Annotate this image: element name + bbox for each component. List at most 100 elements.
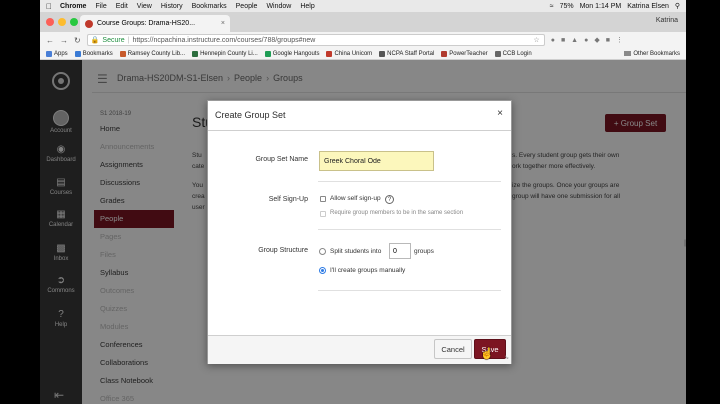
menu-people[interactable]: People [236,3,258,10]
bookmark-label: Google Hangouts [272,50,320,57]
apple-icon[interactable]:  [46,2,52,11]
close-icon[interactable]: × [497,108,503,119]
bookmark-item[interactable]: CCB Login [494,50,532,57]
secure-label: Secure [102,36,125,44]
bookmark-label: CCB Login [502,50,532,57]
url-divider: | [127,36,130,44]
mac-menu-bar:  Chrome File Edit View History Bookmark… [40,0,686,12]
lock-icon: 🔒 [90,37,100,44]
address-bar[interactable]: 🔒 Secure | https://ncpachina.instructure… [86,34,545,46]
search-icon[interactable]: ⚲ [675,2,680,10]
require-section-label: Require group members to be in the same … [330,210,464,216]
user-name[interactable]: Katrina Elsen [627,3,669,10]
bookmarks-bar: Apps Bookmarks Ramsey County Lib... Henn… [40,48,686,60]
divider [318,290,501,291]
canvas-favicon-icon [85,19,93,28]
extension-icon[interactable]: ● [551,37,555,44]
apps-icon [46,50,52,57]
browser-frame:  Chrome File Edit View History Bookmark… [40,0,686,404]
bookmark-item[interactable]: Bookmarks [74,50,113,57]
status-area: ≈ 75% Mon 1:14 PM Katrina Elsen ⚲ [550,2,686,11]
powerteacher-icon [441,50,448,57]
canvas-page: Account ◉ Dashboard ▤ Courses ▦ Calendar… [40,60,686,404]
help-icon[interactable]: ? [385,195,394,204]
back-icon[interactable]: ← [46,36,54,45]
screen:  Chrome File Edit View History Bookmark… [0,0,720,404]
folder-icon [624,51,632,56]
other-bookmarks-label: Other Bookmarks [633,50,680,57]
dialog-title: Create Group Set [215,110,286,120]
star-icon [74,50,81,57]
menu-edit[interactable]: Edit [116,3,128,10]
extension-icon[interactable]: ■ [606,37,610,44]
bookmark-label: Apps [54,50,68,57]
divider [318,181,501,182]
window-controls [46,18,78,26]
menu-app[interactable]: Chrome [60,3,86,10]
split-students-label[interactable]: Split students into [330,248,381,255]
reload-icon[interactable]: ↻ [74,36,81,45]
bookmark-item[interactable]: PowerTeacher [441,50,488,57]
allow-self-signup-checkbox[interactable] [320,196,326,202]
extension-icon[interactable]: ● [584,37,588,44]
profile-name[interactable]: Katrina [656,17,678,24]
menu-file[interactable]: File [95,3,106,10]
allow-self-signup-label[interactable]: Allow self sign-up [330,195,381,202]
forward-icon[interactable]: → [60,36,68,45]
tab-title: Course Groups: Drama-HS20... [97,20,196,27]
bookmark-item[interactable]: China Unicom [326,50,373,57]
cancel-button[interactable]: Cancel [434,339,472,359]
bookmark-label: Ramsey County Lib... [127,50,186,57]
bookmark-item[interactable]: Ramsey County Lib... [119,50,186,57]
left-letterbox [0,0,40,404]
unicom-icon [326,50,333,57]
create-group-set-dialog: Create Group Set × Group Set Name Self S… [207,100,512,364]
menu-window[interactable]: Window [266,3,291,10]
extension-icon[interactable]: ■ [561,37,565,44]
require-section-checkbox[interactable] [320,211,326,217]
menu-help[interactable]: Help [300,3,314,10]
menu-bookmarks[interactable]: Bookmarks [192,3,227,10]
divider [318,229,501,230]
ccb-icon [494,50,501,57]
group-structure-label: Group Structure [258,247,308,254]
split-students-radio[interactable] [319,248,326,255]
battery-percent[interactable]: 75% [560,3,574,10]
bookmark-label: PowerTeacher [449,50,488,57]
bookmark-label: NCPA Staff Portal [387,50,435,57]
bookmark-item[interactable]: Hennepin County Li... [192,50,258,57]
bookmark-star-icon[interactable]: ☆ [533,36,539,44]
wifi-icon[interactable]: ≈ [550,3,554,10]
extension-icon[interactable]: ◆ [594,36,599,44]
menu-dots-icon[interactable]: ⋮ [616,36,623,44]
other-bookmarks[interactable]: Other Bookmarks [624,51,680,57]
groups-suffix-label: groups [414,248,434,255]
bookmark-label: China Unicom [334,50,373,57]
zoom-window-icon[interactable] [70,18,78,26]
group-set-name-field[interactable] [319,151,434,171]
extension-icon[interactable]: ▲ [571,37,578,44]
group-set-name-label: Group Set Name [255,156,308,163]
create-manually-radio[interactable] [319,267,326,274]
library-icon [119,50,126,57]
menu-history[interactable]: History [161,3,183,10]
portal-icon [379,50,386,57]
bookmark-item[interactable]: Apps [46,50,68,57]
tab-strip: Course Groups: Drama-HS20... × Katrina [40,12,686,32]
create-manually-label[interactable]: I'll create groups manually [330,267,405,274]
self-sign-up-label: Self Sign-Up [268,196,308,203]
pointer-cursor-icon: ☝ [480,348,494,360]
menu-view[interactable]: View [137,3,152,10]
resize-handle-icon[interactable]: ↘ [504,354,509,361]
tab-close-icon[interactable]: × [221,20,225,27]
close-window-icon[interactable] [46,18,54,26]
bookmark-item[interactable]: Google Hangouts [264,50,320,57]
clock[interactable]: Mon 1:14 PM [580,3,622,10]
bookmark-label: Bookmarks [82,50,113,57]
bookmark-item[interactable]: NCPA Staff Portal [379,50,435,57]
right-letterbox [686,0,720,404]
url-text: https://ncpachina.instructure.com/course… [132,36,316,44]
group-count-input[interactable] [389,243,411,259]
browser-tab[interactable]: Course Groups: Drama-HS20... × [80,15,230,32]
minimize-window-icon[interactable] [58,18,66,26]
